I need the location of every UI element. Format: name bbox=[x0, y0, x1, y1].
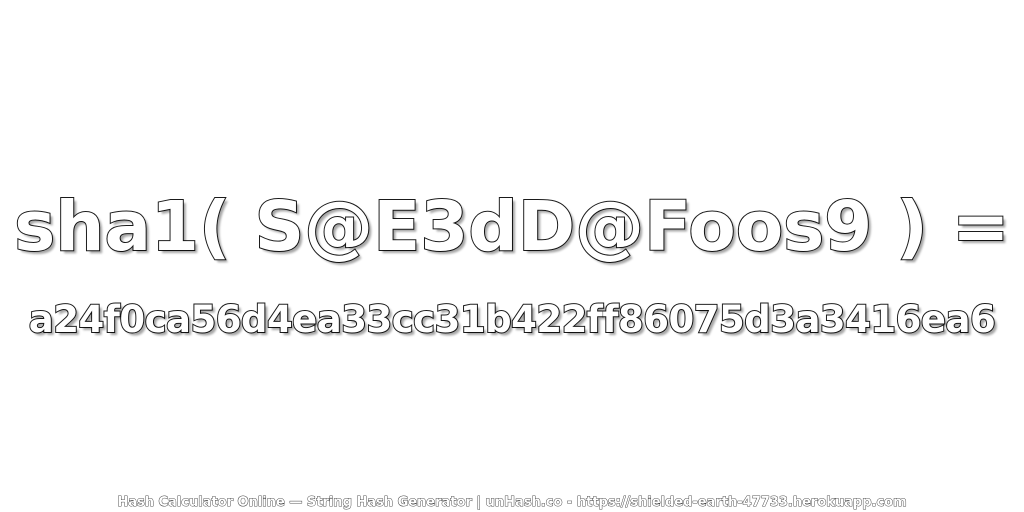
sha1-expression-heading: sha1( S@E3dD@Foos9 ) = bbox=[13, 186, 1010, 268]
hash-image-canvas: sha1( S@E3dD@Foos9 ) = a24f0ca56d4ea33cc… bbox=[0, 0, 1024, 512]
hash-result-text: a24f0ca56d4ea33cc31b422ff86075d3a3416ea6 bbox=[28, 297, 997, 342]
site-footer-credit: Hash Calculator Online — String Hash Gen… bbox=[117, 495, 907, 511]
